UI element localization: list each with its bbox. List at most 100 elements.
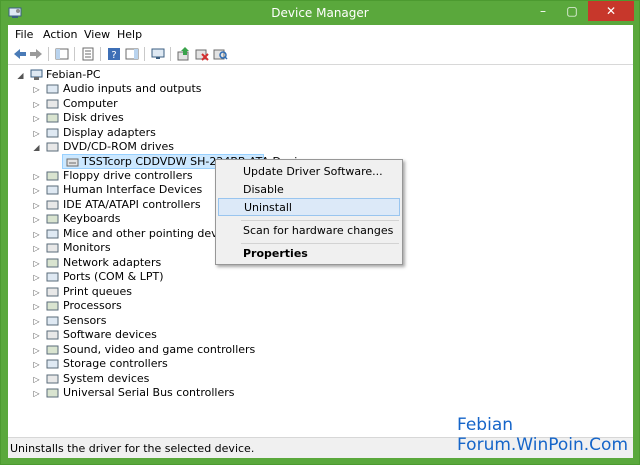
tree-category-label: Floppy drive controllers (63, 169, 193, 182)
device-category-icon (46, 243, 59, 253)
tree-category-label: Universal Serial Bus controllers (63, 386, 235, 399)
expand-icon[interactable]: ▷ (32, 331, 41, 340)
expand-icon[interactable]: ▷ (32, 114, 41, 123)
device-category-icon (46, 287, 59, 297)
forward-icon[interactable] (28, 46, 44, 62)
toolbar-separator (144, 47, 145, 61)
device-category-icon (46, 301, 59, 311)
tree-category-label: DVD/CD-ROM drives (63, 140, 174, 153)
back-icon[interactable] (12, 46, 28, 62)
tree-category-label: Processors (63, 299, 122, 312)
tree-category-label: Human Interface Devices (63, 183, 203, 196)
maximize-button[interactable]: ▢ (558, 1, 586, 21)
device-category-icon (46, 171, 59, 181)
properties-icon[interactable] (80, 46, 96, 62)
device-category-icon (46, 84, 59, 94)
expand-icon[interactable]: ▷ (32, 201, 41, 210)
scan-hardware-icon[interactable] (212, 46, 228, 62)
tree-category-label: Monitors (63, 241, 111, 254)
expand-icon[interactable]: ▷ (32, 244, 41, 253)
tree-category-label: Computer (63, 97, 118, 110)
watermark-line-1: Febian (457, 415, 514, 435)
context-menu: Update Driver Software... Disable Uninst… (215, 159, 403, 265)
toolbar-separator (48, 47, 49, 61)
expand-icon[interactable]: ▷ (32, 259, 41, 268)
expand-icon[interactable]: ▷ (32, 389, 41, 398)
device-category-icon (46, 345, 59, 355)
tree-category-label: Disk drives (63, 111, 124, 124)
help-icon[interactable]: ? (106, 46, 122, 62)
expand-icon[interactable]: ▷ (32, 85, 41, 94)
menu-view[interactable]: View (84, 27, 110, 42)
close-button[interactable]: ✕ (588, 1, 634, 21)
expand-icon[interactable]: ▷ (32, 273, 41, 282)
device-category-icon (46, 316, 59, 326)
toolbar-separator (100, 47, 101, 61)
device-category-icon (46, 99, 59, 109)
tree-category-label: System devices (63, 372, 150, 385)
device-category-icon (46, 359, 59, 369)
tree-category-label: Display adapters (63, 126, 156, 139)
tree-category-label: Software devices (63, 328, 157, 341)
expand-icon[interactable]: ▷ (32, 302, 41, 311)
ctx-update-driver[interactable]: Update Driver Software... (218, 163, 400, 181)
expand-icon[interactable]: ▷ (32, 360, 41, 369)
ctx-disable[interactable]: Disable (218, 181, 400, 199)
expand-icon[interactable]: ▷ (32, 317, 41, 326)
expand-icon[interactable]: ▷ (32, 186, 41, 195)
device-category-icon (46, 214, 59, 224)
device-category-icon (46, 258, 59, 268)
device-category-icon (46, 113, 59, 123)
device-category-icon (46, 185, 59, 195)
menu-action[interactable]: Action (43, 27, 77, 42)
tree-category-label: Keyboards (63, 212, 121, 225)
expand-icon[interactable]: ▷ (32, 288, 41, 297)
toolbar-separator (170, 47, 171, 61)
collapse-icon[interactable]: ◢ (16, 71, 25, 80)
expand-icon[interactable]: ▷ (32, 100, 41, 109)
ctx-uninstall[interactable]: Uninstall (218, 198, 400, 216)
computer-icon (30, 69, 43, 80)
watermark: Febian Forum.WinPoin.Com (457, 415, 628, 455)
expand-icon[interactable]: ▷ (32, 215, 41, 224)
collapse-icon[interactable]: ◢ (32, 143, 41, 152)
toolbar-separator (74, 47, 75, 61)
device-category-icon (46, 142, 59, 152)
toolbar: ? (8, 43, 633, 65)
console-tree-icon[interactable] (54, 46, 70, 62)
tree-category-label: Storage controllers (63, 357, 168, 370)
menu-separator (241, 220, 399, 221)
device-manager-window: Device Manager – ▢ ✕ File Action View He… (0, 0, 640, 465)
tree-category-label: Ports (COM & LPT) (63, 270, 164, 283)
tree-root-label: Febian-PC (46, 68, 101, 81)
title-bar[interactable]: Device Manager – ▢ ✕ (1, 1, 639, 25)
action-pane-icon[interactable] (124, 46, 140, 62)
device-category-icon (46, 229, 59, 239)
device-category-icon (46, 128, 59, 138)
disable-device-icon[interactable] (194, 46, 210, 62)
expand-icon[interactable]: ▷ (32, 346, 41, 355)
svg-text:?: ? (111, 50, 116, 61)
menu-bar: File Action View Help (8, 25, 633, 43)
update-driver-icon[interactable] (176, 46, 192, 62)
expand-icon[interactable]: ▷ (32, 230, 41, 239)
status-text: Uninstalls the driver for the selected d… (10, 442, 255, 455)
menu-file[interactable]: File (15, 27, 33, 42)
expand-icon[interactable]: ▷ (32, 375, 41, 384)
expand-icon[interactable]: ▷ (32, 129, 41, 138)
minimize-button[interactable]: – (529, 1, 557, 21)
ctx-scan-hardware[interactable]: Scan for hardware changes (218, 222, 400, 240)
tree-category-label: Print queues (63, 285, 132, 298)
device-category-icon (46, 374, 59, 384)
device-category-icon (46, 200, 59, 210)
tree-category-label: Audio inputs and outputs (63, 82, 202, 95)
monitor-icon[interactable] (150, 46, 166, 62)
tree-category-label: IDE ATA/ATAPI controllers (63, 198, 201, 211)
tree-category-label: Sensors (63, 314, 107, 327)
ctx-properties[interactable]: Properties (218, 245, 400, 263)
tree-category-label: Sound, video and game controllers (63, 343, 256, 356)
menu-help[interactable]: Help (117, 27, 142, 42)
device-category-icon (46, 330, 59, 340)
watermark-line-2: Forum.WinPoin.Com (457, 435, 629, 455)
expand-icon[interactable]: ▷ (32, 172, 41, 181)
